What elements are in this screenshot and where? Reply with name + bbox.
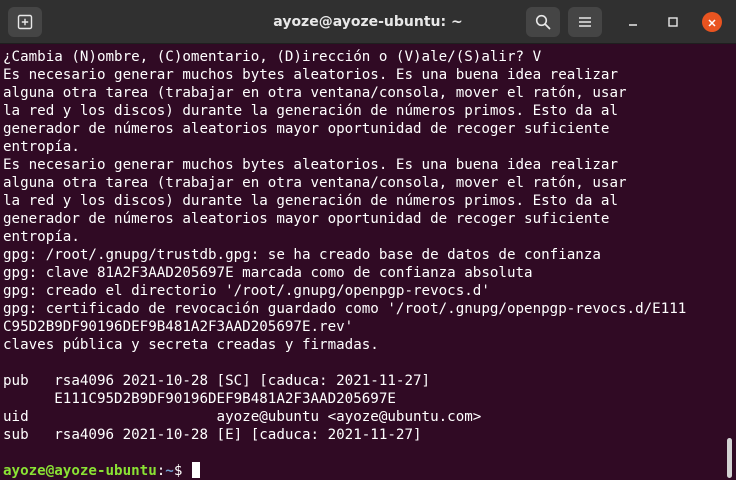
terminal-output-line: gpg: certificado de revocación guardado … bbox=[3, 301, 687, 317]
terminal-output-line: E111C95D2B9DF90196DEF9B481A2F3AAD205697E bbox=[3, 391, 396, 407]
text-cursor bbox=[191, 462, 200, 478]
terminal-output-line: la red y los discos) durante la generaci… bbox=[3, 103, 618, 119]
search-button[interactable] bbox=[526, 7, 560, 37]
hamburger-menu-icon bbox=[578, 15, 592, 29]
terminal-output-line: gpg: clave 81A2F3AAD205697E marcada como… bbox=[3, 265, 533, 281]
maximize-button[interactable] bbox=[663, 12, 683, 32]
terminal-output-area[interactable]: ¿Cambia (N)ombre, (C)omentario, (D)irecc… bbox=[0, 44, 724, 480]
prompt-symbol: $ bbox=[173, 463, 191, 479]
prompt-user-host: ayoze@ayoze-ubuntu bbox=[3, 463, 157, 479]
scrollbar-thumb[interactable] bbox=[727, 438, 732, 478]
terminal-output-line: generador de números aleatorios mayor op… bbox=[3, 211, 610, 227]
menu-button[interactable] bbox=[568, 7, 602, 37]
terminal-output-line: claves pública y secreta creadas y firma… bbox=[3, 337, 379, 353]
terminal-output-line: Es necesario generar muchos bytes aleato… bbox=[3, 157, 618, 173]
terminal-output-line: gpg: /root/.gnupg/trustdb.gpg: se ha cre… bbox=[3, 247, 601, 263]
title-bar[interactable]: ayoze@ayoze-ubuntu: ~ bbox=[0, 0, 736, 44]
prompt-separator: : bbox=[156, 463, 166, 479]
terminal-output-line: gpg: creado el directorio '/root/.gnupg/… bbox=[3, 283, 490, 299]
terminal-output-line: generador de números aleatorios mayor op… bbox=[3, 121, 610, 137]
terminal-window: ayoze@ayoze-ubuntu: ~ ¿Cambia (N)ombre, … bbox=[0, 0, 736, 480]
terminal-output-line: ¿Cambia (N)ombre, (C)omentario, (D)irecc… bbox=[3, 49, 542, 65]
minimize-button[interactable] bbox=[623, 12, 643, 32]
command-prompt[interactable]: ayoze@ayoze-ubuntu:~$ bbox=[3, 462, 686, 480]
terminal-output-line: la red y los discos) durante la generaci… bbox=[3, 193, 618, 209]
terminal-output-line: uid ayoze@ubuntu <ayoze@ubuntu.com> bbox=[3, 409, 482, 425]
search-icon bbox=[535, 14, 551, 30]
terminal-output-line: C95D2B9DF90196DEF9B481A2F3AAD205697E.rev… bbox=[3, 319, 354, 335]
prompt-path: ~ bbox=[165, 463, 174, 479]
terminal-lines: ¿Cambia (N)ombre, (C)omentario, (D)irecc… bbox=[3, 48, 686, 480]
terminal-output-line: entropía. bbox=[3, 139, 80, 155]
close-button[interactable] bbox=[702, 12, 722, 32]
maximize-icon bbox=[667, 13, 679, 32]
terminal-output-line: alguna otra tarea (trabajar en otra vent… bbox=[3, 175, 627, 191]
terminal-output-line: sub rsa4096 2021-10-28 [E] [caduca: 2021… bbox=[3, 427, 422, 443]
terminal-output-line: entropía. bbox=[3, 229, 80, 245]
terminal-output-line: Es necesario generar muchos bytes aleato… bbox=[3, 67, 618, 83]
close-icon bbox=[707, 13, 717, 32]
terminal-output-line: alguna otra tarea (trabajar en otra vent… bbox=[3, 85, 627, 101]
terminal-output-line: pub rsa4096 2021-10-28 [SC] [caduca: 202… bbox=[3, 373, 431, 389]
minimize-icon bbox=[627, 13, 639, 32]
new-tab-icon bbox=[17, 14, 33, 30]
scrollbar[interactable] bbox=[724, 44, 736, 480]
new-tab-button[interactable] bbox=[8, 7, 42, 37]
